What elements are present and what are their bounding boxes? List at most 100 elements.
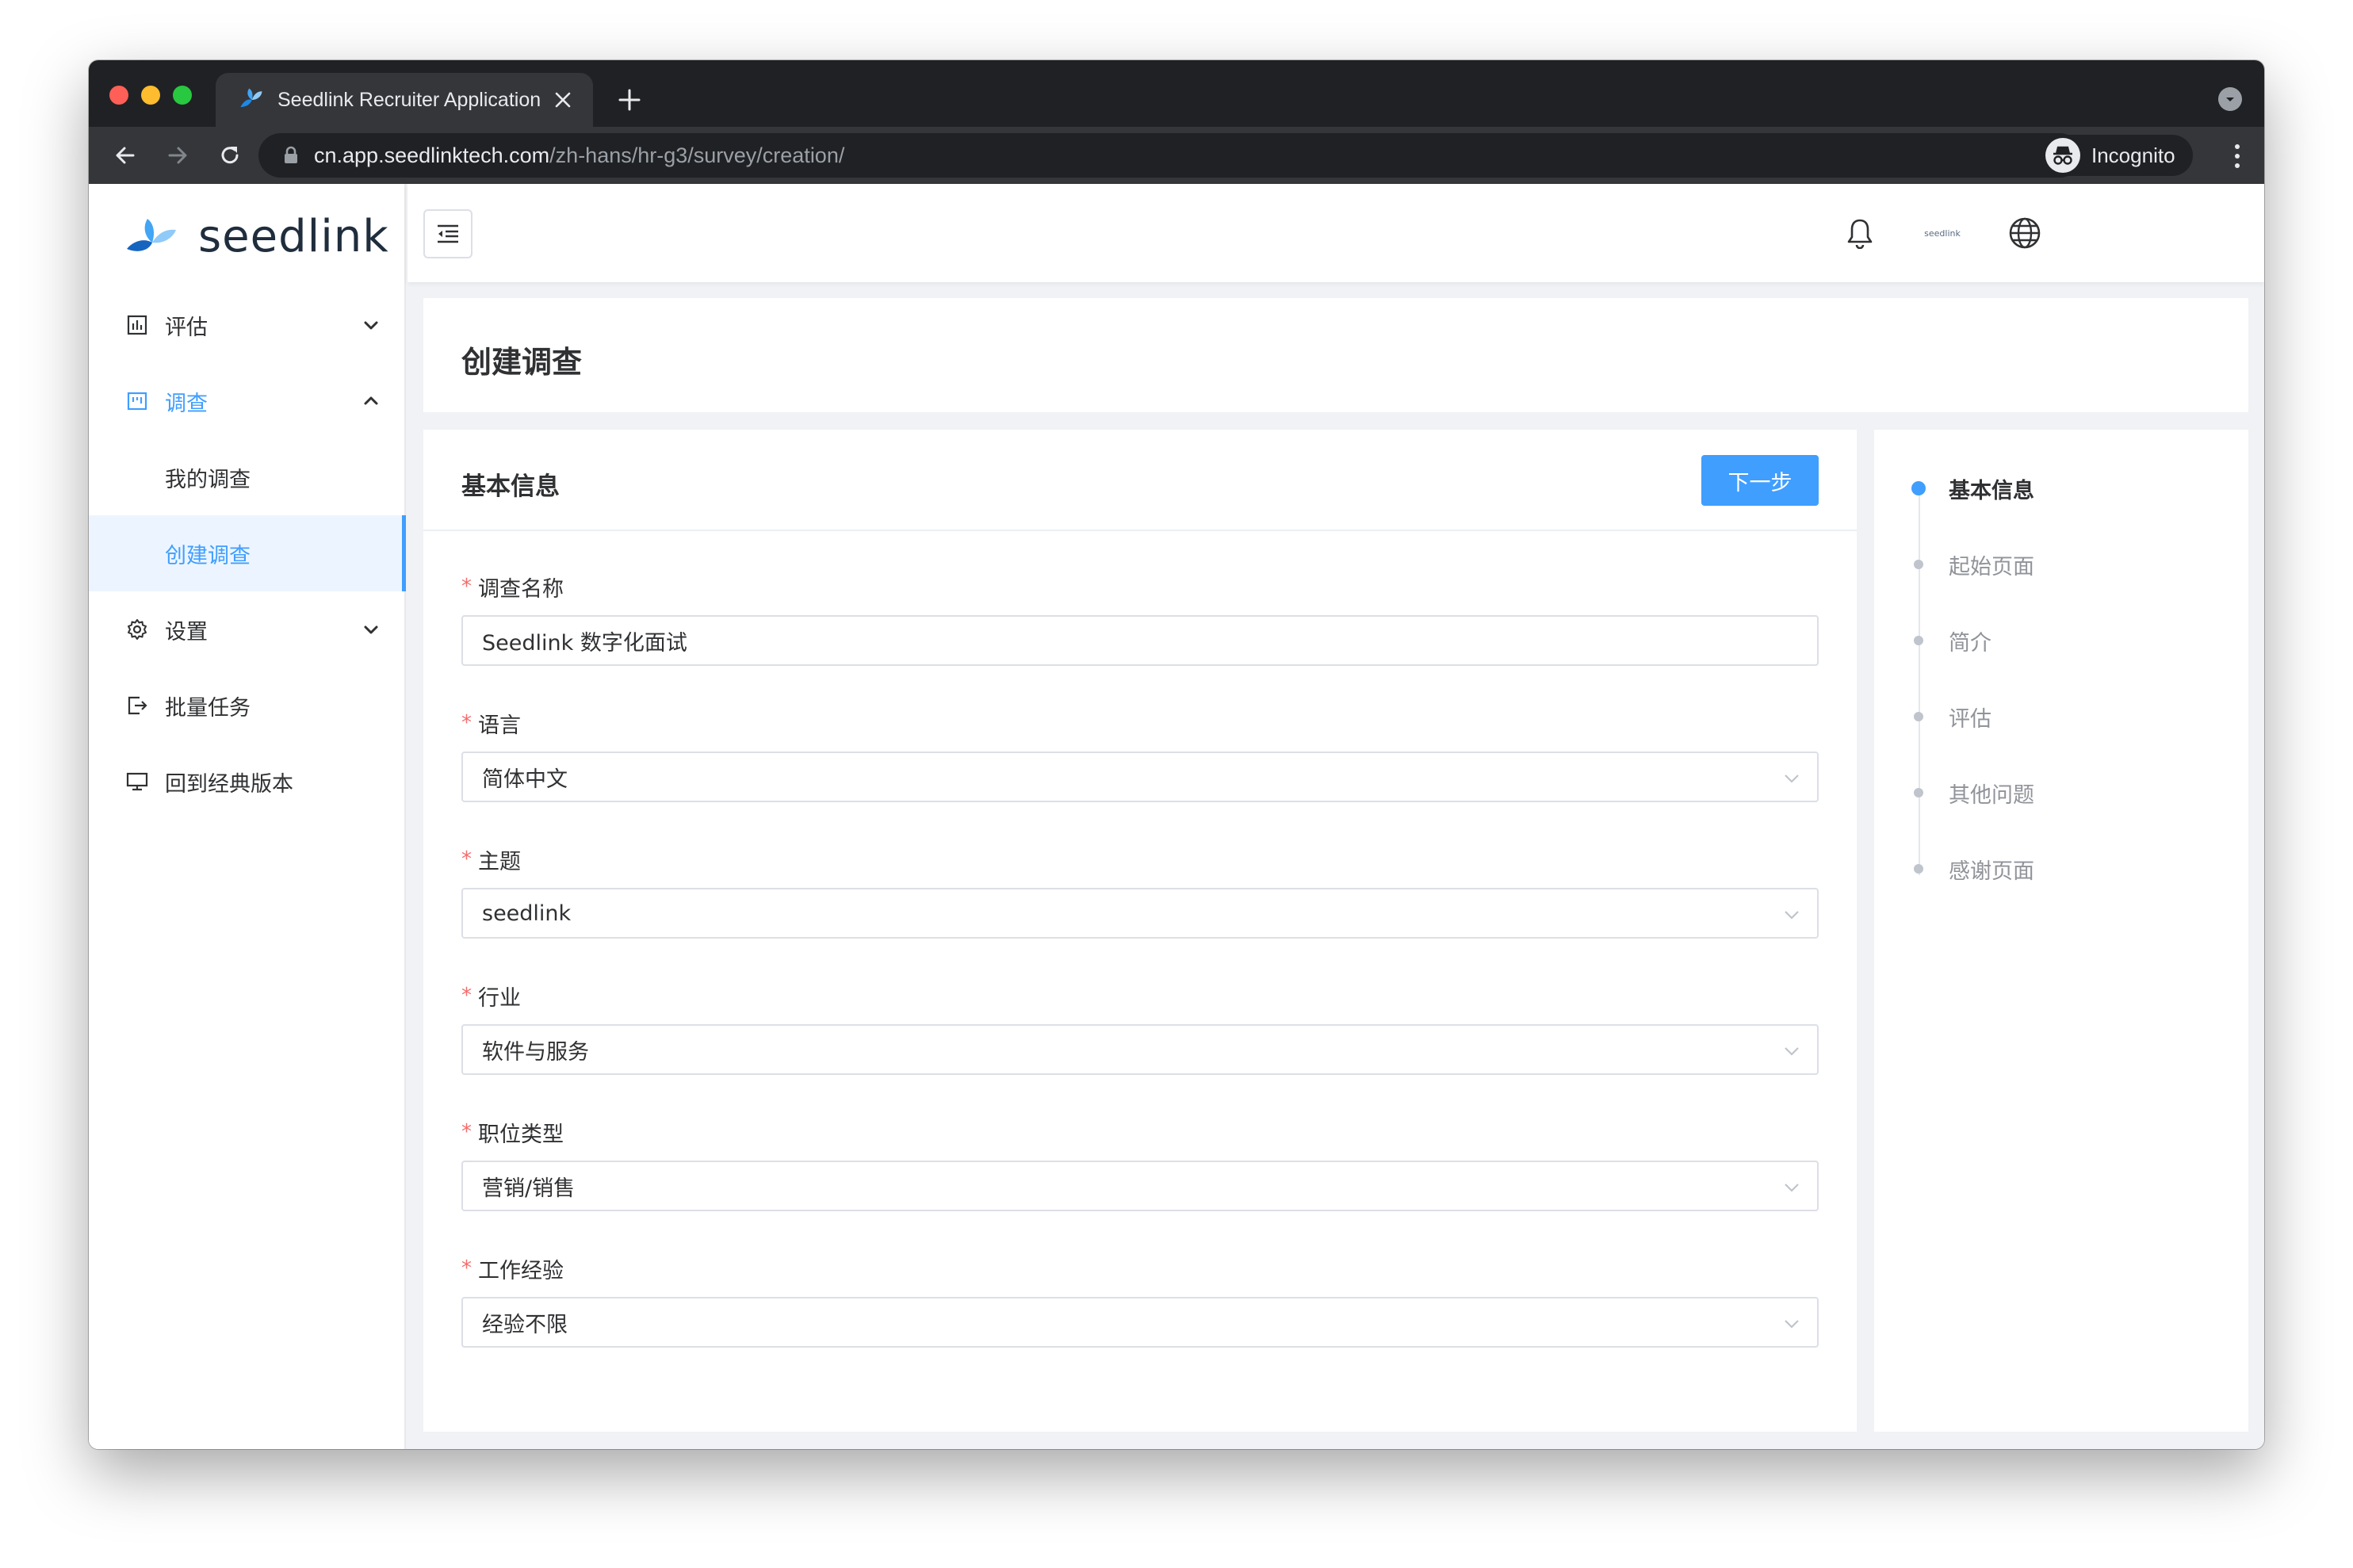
url-host: cn.app.seedlinktech.com bbox=[314, 143, 550, 167]
survey-board-icon bbox=[125, 389, 149, 413]
page-header: 创建调查 bbox=[423, 298, 2248, 412]
sidebar-item-assessment[interactable]: 评估 bbox=[89, 287, 406, 363]
step-dot bbox=[1914, 560, 1923, 569]
chevron-up-icon bbox=[364, 396, 378, 405]
step-label: 基本信息 bbox=[1949, 478, 2034, 503]
page-title: 创建调查 bbox=[461, 345, 583, 380]
avatar-logo-text: seedlink bbox=[1924, 228, 1961, 239]
step-dot bbox=[1914, 712, 1923, 721]
field-label-text: 调查名称 bbox=[478, 576, 564, 602]
window-controls bbox=[109, 86, 192, 105]
browser-tab[interactable]: Seedlink Recruiter Application bbox=[216, 73, 593, 127]
seedlink-logo[interactable]: seedlink bbox=[125, 211, 389, 262]
app-header: seedlink bbox=[407, 184, 2264, 282]
required-mark: * bbox=[461, 984, 472, 1008]
sidebar: seedlink 评估 调查 我的调查 创建调查 设置 批量任务 回到经典版本 bbox=[89, 184, 406, 1449]
tab-bar: Seedlink Recruiter Application bbox=[89, 60, 2264, 127]
industry-field: * 行业 软件与服务 bbox=[461, 980, 1819, 1075]
chevron-down-icon bbox=[1785, 1047, 1799, 1056]
steps-line bbox=[1919, 487, 1920, 875]
industry-select[interactable]: 软件与服务 bbox=[461, 1024, 1819, 1075]
browser-window: Seedlink Recruiter Application cn.app.se… bbox=[89, 60, 2264, 1449]
required-mark: * bbox=[461, 847, 472, 871]
step-label: 其他问题 bbox=[1949, 782, 2034, 808]
seedlink-favicon-icon bbox=[240, 88, 262, 107]
minimize-window-button[interactable] bbox=[141, 86, 160, 105]
survey-name-field: * 调查名称 Seedlink 数字化面试 bbox=[461, 571, 1819, 666]
step-thank-you-page[interactable]: 感谢页面 bbox=[1911, 853, 2034, 885]
app-root: seedlink 评估 调查 我的调查 创建调查 设置 批量任务 回到经典版本 … bbox=[89, 184, 2264, 1449]
browser-menu-icon[interactable] bbox=[2234, 144, 2240, 168]
field-label: * 主题 bbox=[461, 843, 1819, 875]
forward-arrow-icon[interactable] bbox=[157, 135, 198, 176]
steps-navigator: 基本信息 起始页面 简介 评估 其他问题 感谢页面 bbox=[1874, 430, 2248, 1432]
form-section-title: 基本信息 bbox=[461, 472, 560, 501]
chevron-down-icon bbox=[364, 321, 378, 330]
field-label: * 行业 bbox=[461, 980, 1819, 1012]
step-basic-info[interactable]: 基本信息 bbox=[1911, 472, 2034, 504]
chevron-down-icon bbox=[1785, 911, 1799, 920]
field-value: 软件与服务 bbox=[482, 1039, 589, 1065]
required-mark: * bbox=[461, 1120, 472, 1144]
field-label-text: 工作经验 bbox=[478, 1258, 564, 1283]
job-type-select[interactable]: 营销/销售 bbox=[461, 1161, 1819, 1211]
step-start-page[interactable]: 起始页面 bbox=[1911, 549, 2034, 580]
incognito-icon bbox=[2045, 138, 2080, 173]
incognito-label: Incognito bbox=[2091, 143, 2175, 167]
seedlink-logo-icon bbox=[127, 218, 176, 251]
browser-toolbar: cn.app.seedlinktech.com/zh-hans/hr-g3/su… bbox=[89, 127, 2264, 184]
next-step-button[interactable]: 下一步 bbox=[1701, 455, 1819, 506]
field-value: 简体中文 bbox=[482, 767, 568, 792]
field-label-text: 语言 bbox=[478, 713, 521, 738]
globe-icon[interactable] bbox=[2006, 214, 2044, 252]
form-card-header: 基本信息 下一步 bbox=[423, 430, 1857, 531]
required-mark: * bbox=[461, 575, 472, 599]
url-text[interactable]: cn.app.seedlinktech.com/zh-hans/hr-g3/su… bbox=[314, 143, 844, 168]
gear-icon bbox=[125, 618, 149, 641]
required-mark: * bbox=[461, 711, 472, 735]
field-label: * 调查名称 bbox=[461, 571, 1819, 602]
sidebar-item-batch-tasks[interactable]: 批量任务 bbox=[89, 667, 406, 744]
tab-close-icon[interactable] bbox=[547, 84, 579, 116]
sidebar-item-label: 批量任务 bbox=[165, 695, 251, 721]
sidebar-item-label: 我的调查 bbox=[165, 467, 251, 492]
sidebar-item-settings[interactable]: 设置 bbox=[89, 591, 406, 667]
chart-icon bbox=[125, 313, 149, 337]
step-label: 感谢页面 bbox=[1949, 859, 2034, 884]
reload-icon[interactable] bbox=[209, 135, 251, 176]
step-assessment[interactable]: 评估 bbox=[1911, 701, 1991, 732]
back-arrow-icon[interactable] bbox=[105, 135, 146, 176]
survey-name-input[interactable]: Seedlink 数字化面试 bbox=[461, 615, 1819, 666]
step-other-questions[interactable]: 其他问题 bbox=[1911, 777, 2034, 809]
maximize-window-button[interactable] bbox=[173, 86, 192, 105]
theme-field: * 主题 seedlink bbox=[461, 843, 1819, 939]
close-window-button[interactable] bbox=[109, 86, 128, 105]
new-tab-button[interactable] bbox=[609, 79, 650, 120]
avatar[interactable]: seedlink bbox=[1923, 214, 1961, 252]
language-select[interactable]: 简体中文 bbox=[461, 751, 1819, 802]
menu-fold-icon bbox=[438, 224, 458, 243]
lock-icon[interactable] bbox=[279, 143, 303, 167]
sidebar-item-label: 回到经典版本 bbox=[165, 771, 293, 797]
collapse-sidebar-button[interactable] bbox=[423, 209, 473, 258]
theme-select[interactable]: seedlink bbox=[461, 888, 1819, 939]
tab-search-icon[interactable] bbox=[2218, 87, 2242, 111]
bell-icon[interactable] bbox=[1841, 214, 1879, 252]
sidebar-item-my-surveys[interactable]: 我的调查 bbox=[89, 439, 406, 515]
sidebar-item-create-survey[interactable]: 创建调查 bbox=[89, 515, 406, 591]
basic-info-form: 基本信息 下一步 * 调查名称 Seedlink 数字化面试 * 语言 简体中文 *… bbox=[423, 430, 1857, 1432]
address-bar[interactable]: cn.app.seedlinktech.com/zh-hans/hr-g3/su… bbox=[258, 133, 2082, 178]
field-label-text: 职位类型 bbox=[478, 1122, 564, 1147]
step-label: 简介 bbox=[1949, 630, 1991, 656]
step-dot bbox=[1914, 788, 1923, 797]
field-value: seedlink bbox=[482, 901, 572, 926]
incognito-badge[interactable]: Incognito bbox=[2039, 135, 2193, 176]
monitor-icon bbox=[125, 770, 149, 794]
sidebar-item-classic-version[interactable]: 回到经典版本 bbox=[89, 744, 406, 820]
field-value: Seedlink 数字化面试 bbox=[482, 630, 687, 656]
step-introduction[interactable]: 简介 bbox=[1911, 625, 1991, 656]
field-label: * 职位类型 bbox=[461, 1116, 1819, 1148]
step-dot bbox=[1911, 481, 1926, 495]
sidebar-item-survey[interactable]: 调查 bbox=[89, 363, 406, 439]
work-experience-select[interactable]: 经验不限 bbox=[461, 1297, 1819, 1348]
